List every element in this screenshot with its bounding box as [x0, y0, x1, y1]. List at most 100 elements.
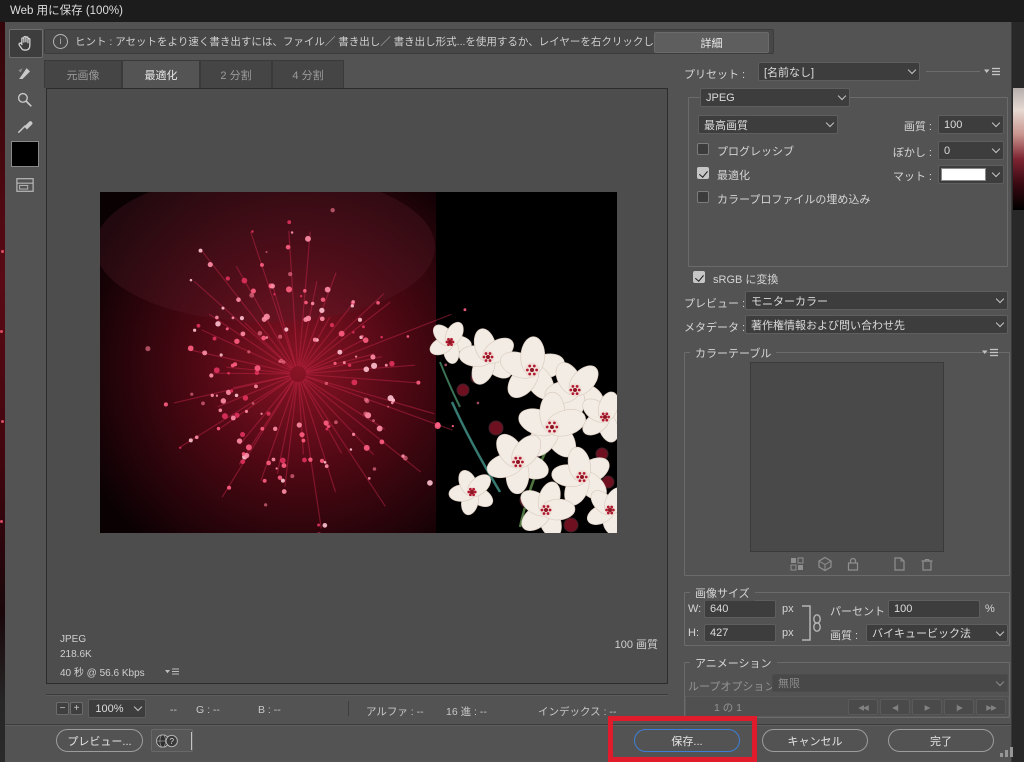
hand-tool[interactable] [9, 29, 43, 58]
chevron-down-icon [904, 63, 919, 80]
preview-image[interactable] [100, 192, 617, 533]
done-button[interactable]: 完了 [888, 729, 994, 752]
embed-profile-label: カラープロファイルの埋め込み [717, 191, 870, 207]
chevron-down-icon [992, 625, 1007, 641]
color-value-r: -- [170, 704, 177, 716]
details-button[interactable]: 詳細 [654, 32, 769, 53]
zoom-level-value: 100% [89, 703, 130, 715]
next-frame-button[interactable]: |▶ [944, 699, 974, 715]
slice-select-icon [15, 64, 35, 84]
info-icon: i [53, 34, 68, 49]
format-value: JPEG [701, 92, 834, 104]
optimized-checkbox[interactable] [697, 167, 709, 179]
blur-select[interactable]: 0 [938, 141, 1004, 160]
resample-select[interactable]: バイキュービック法 [866, 624, 1008, 642]
chevron-down-icon [992, 316, 1007, 333]
color-table-panel-menu-icon[interactable] [982, 347, 998, 359]
tab-optimized[interactable]: 最適化 [122, 60, 200, 88]
preview-mode-select[interactable]: モニターカラー [745, 291, 1008, 310]
preview-in-browser-button[interactable]: プレビュー... [56, 729, 143, 752]
preset-panel-menu-icon[interactable] [984, 66, 1000, 78]
status-menu-icon[interactable] [165, 667, 179, 677]
preview-mode-label: プレビュー : [684, 295, 745, 311]
height-label: H: [688, 627, 699, 639]
link-dimensions-icon[interactable] [800, 602, 826, 644]
tab-label: 元画像 [67, 67, 100, 83]
quality-preset-select[interactable]: 最高画質 [698, 115, 838, 134]
zoom-tool[interactable] [13, 88, 37, 112]
resample-value: バイキュービック法 [867, 625, 992, 641]
tab-4up[interactable]: 4 分割 [272, 60, 344, 88]
preset-label: プリセット : [684, 66, 745, 82]
trash-icon[interactable] [919, 556, 935, 572]
zoom-level-select[interactable]: 100% [88, 699, 146, 718]
preset-select[interactable]: [名前なし] [758, 62, 920, 81]
zoom-in-button[interactable]: + [70, 702, 83, 715]
height-unit: px [782, 627, 794, 639]
chevron-down-icon [130, 700, 145, 717]
zoom-out-button[interactable]: − [56, 702, 69, 715]
tab-label: 最適化 [145, 67, 178, 83]
color-table-swatches[interactable] [750, 362, 944, 552]
tab-original[interactable]: 元画像 [44, 60, 122, 88]
loop-options-value: 無限 [773, 675, 992, 691]
height-input[interactable]: 427 [704, 624, 776, 642]
metadata-label: メタデータ : [684, 319, 745, 335]
loop-options-label: ループオプション : [688, 678, 781, 694]
resize-grip[interactable] [1000, 745, 1014, 757]
loop-options-select[interactable]: 無限 [772, 674, 1008, 692]
embed-profile-checkbox[interactable] [697, 191, 709, 203]
svg-text:?: ? [169, 736, 174, 745]
status-format: JPEG [60, 634, 86, 645]
cancel-button[interactable]: キャンセル [762, 729, 868, 752]
tab-2up[interactable]: 2 分割 [200, 60, 272, 88]
status-download-time: 40 秒 @ 56.6 Kbps [60, 664, 145, 679]
status-quality: 100 画質 [560, 636, 658, 652]
previous-frame-button[interactable]: ◀| [880, 699, 910, 715]
width-unit: px [782, 603, 794, 615]
eyedropper-tool[interactable] [13, 113, 37, 139]
background-image-sliver-left [0, 22, 5, 762]
animation-title: アニメーション [690, 655, 777, 671]
matte-label: マット : [856, 168, 932, 184]
color-value-b: B : -- [258, 704, 281, 716]
metadata-value: 著作権情報および問い合わせ先 [746, 317, 992, 333]
hand-icon [15, 33, 37, 55]
quality-label: 画質 : [856, 118, 932, 134]
resample-label: 画質 : [830, 627, 858, 643]
hint-text: ヒント : アセットをより速く書き出すには、ファイル／ 書き出し／ 書き出し形式… [75, 34, 696, 49]
progressive-checkbox[interactable] [697, 143, 709, 155]
metadata-select[interactable]: 著作権情報および問い合わせ先 [745, 315, 1008, 334]
srgb-checkbox[interactable] [693, 271, 705, 283]
percent-input[interactable]: 100 [888, 600, 980, 618]
browser-select-button[interactable]: ? [151, 729, 193, 752]
eyedropper-color-swatch[interactable] [11, 141, 39, 167]
alpha-value: アルファ : -- [366, 704, 424, 719]
quality-value-select[interactable]: 100 [938, 115, 1004, 134]
dialog-right-edge [1011, 22, 1012, 762]
percent-label: パーセント : [830, 603, 891, 619]
save-for-web-dialog: Web 用に保存 (100%) i ヒント : アセットをより速く書き出すには、… [0, 0, 1024, 762]
slices-visibility-icon [14, 176, 36, 194]
lock-icon[interactable] [845, 556, 861, 572]
hex-value: 16 進 : -- [446, 704, 487, 719]
web-shift-cube-icon[interactable] [817, 556, 833, 572]
width-input[interactable]: 640 [704, 600, 776, 618]
format-select[interactable]: JPEG [700, 88, 850, 107]
first-frame-button[interactable]: ◀◀ [848, 699, 878, 715]
preset-value: [名前なし] [759, 64, 904, 80]
play-button[interactable]: ▶ [912, 699, 942, 715]
chevron-down-icon [191, 732, 192, 750]
divider [348, 701, 349, 716]
dither-icon[interactable] [789, 556, 805, 572]
tab-label: 4 分割 [292, 67, 323, 83]
toggle-slices-visibility[interactable] [12, 174, 38, 196]
sliver-spark [0, 520, 3, 523]
slice-select-tool[interactable] [13, 62, 37, 86]
new-color-icon[interactable] [891, 556, 907, 572]
matte-select[interactable] [938, 165, 1004, 184]
window-title: Web 用に保存 (100%) [10, 5, 123, 17]
last-frame-button[interactable]: ▶▶ [976, 699, 1006, 715]
status-filesize: 218.6K [60, 649, 92, 660]
matte-color-swatch [941, 168, 986, 181]
